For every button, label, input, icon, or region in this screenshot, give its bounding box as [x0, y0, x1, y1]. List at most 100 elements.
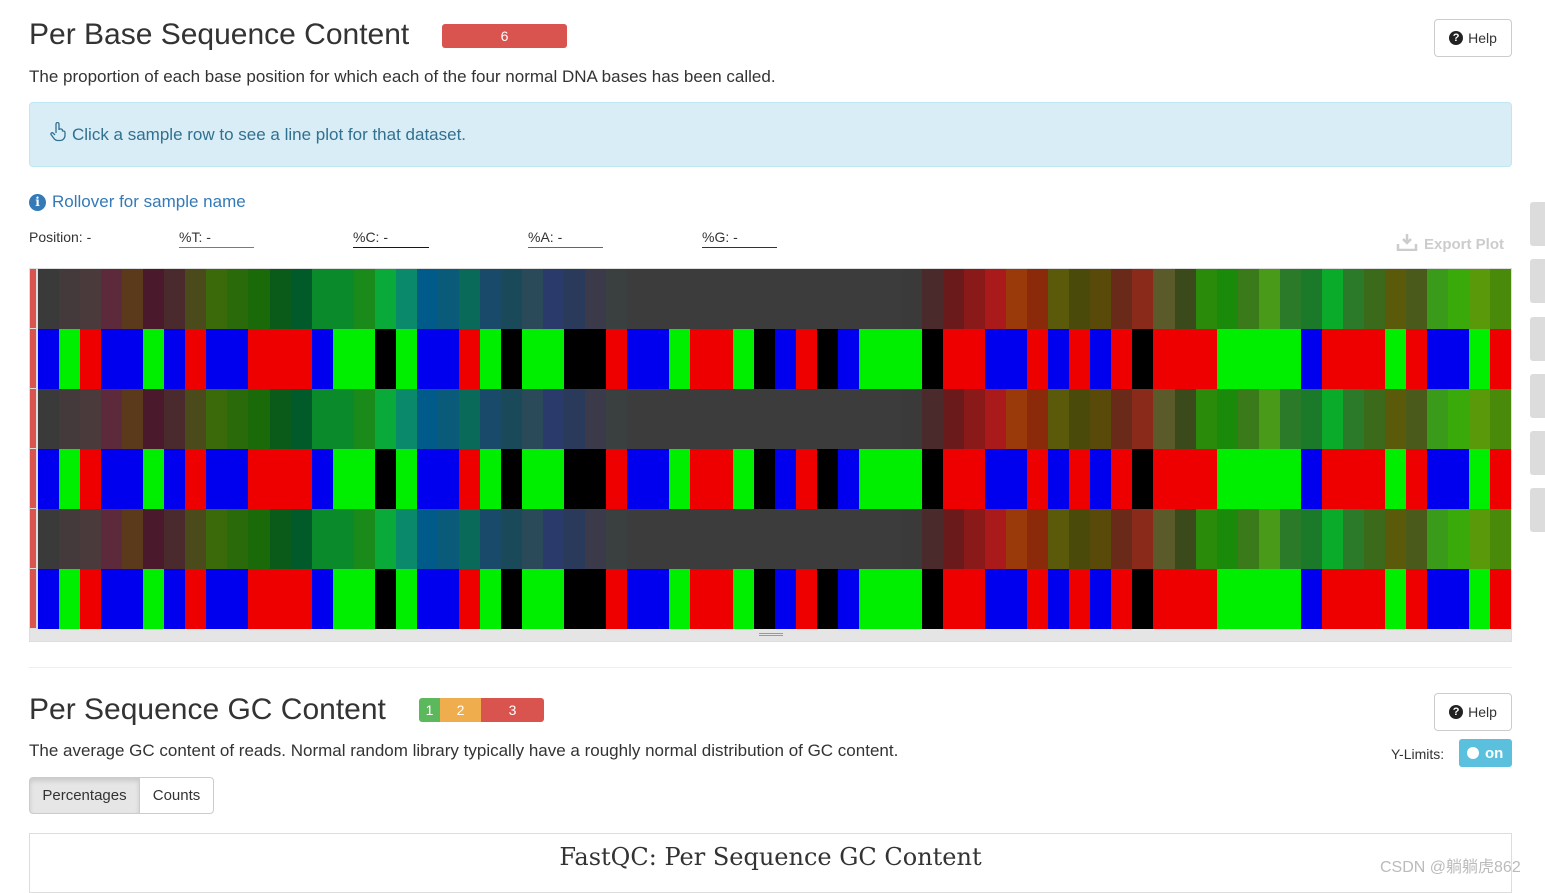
heatmap-cell	[585, 509, 607, 569]
heatmap-cell	[585, 569, 607, 629]
heatmap-cell	[1469, 269, 1491, 329]
watermark: CSDN @躺躺虎862	[1380, 859, 1521, 876]
heatmap-cell	[774, 329, 796, 389]
tab-counts[interactable]: Counts	[139, 777, 214, 814]
heatmap-cell	[1490, 269, 1512, 329]
heatmap-cell	[1469, 389, 1491, 449]
heatmap-cell	[1406, 269, 1428, 329]
heatmap-cell	[1258, 329, 1280, 389]
heatmap-cell	[564, 389, 586, 449]
heatmap-sample-row[interactable]	[38, 269, 1512, 329]
heatmap-cell	[458, 449, 480, 509]
heatmap-cell	[59, 569, 81, 629]
help-button-gc[interactable]: ? Help	[1434, 693, 1512, 731]
heatmap-cell	[1342, 389, 1364, 449]
heatmap-cell	[879, 569, 901, 629]
heatmap-cell	[985, 449, 1007, 509]
heatmap-cell	[585, 449, 607, 509]
heatmap-cell	[143, 569, 165, 629]
heatmap-cell	[248, 389, 270, 449]
heatmap-cell	[1258, 269, 1280, 329]
plot-resize-handle[interactable]	[30, 629, 1511, 641]
toolbox-tab-2[interactable]	[1530, 259, 1545, 303]
heatmap-cell	[690, 389, 712, 449]
heatmap-cell	[143, 509, 165, 569]
heatmap-plot[interactable]	[29, 268, 1512, 642]
heatmap-cell	[1427, 569, 1449, 629]
grip-icon	[758, 633, 783, 636]
heatmap-cell	[1406, 329, 1428, 389]
heatmap-cell	[353, 449, 375, 509]
heatmap-cell	[858, 449, 880, 509]
heatmap-cell	[627, 509, 649, 569]
heatmap-cell	[964, 329, 986, 389]
toolbox-tab-4[interactable]	[1530, 374, 1545, 418]
heatmap-cell	[606, 389, 628, 449]
heatmap-cell	[1279, 329, 1301, 389]
export-plot-button[interactable]: Export Plot	[1396, 233, 1504, 255]
heatmap-cell	[627, 569, 649, 629]
heatmap-cell	[816, 269, 838, 329]
heatmap-cell	[543, 569, 565, 629]
heatmap-cell	[1406, 389, 1428, 449]
heatmap-cell	[437, 269, 459, 329]
heatmap-cell	[774, 449, 796, 509]
heatmap-cell	[1300, 329, 1322, 389]
heatmap-cell	[1048, 269, 1070, 329]
heatmap-sample-row[interactable]	[38, 509, 1512, 569]
heatmap-cell	[479, 569, 502, 629]
ylimits-toggle[interactable]: on	[1459, 739, 1512, 767]
heatmap-cell	[269, 509, 291, 569]
heatmap-cell	[1342, 569, 1364, 629]
heatmap-cell	[627, 389, 649, 449]
heatmap-cell	[101, 329, 123, 389]
heatmap-cell	[1153, 389, 1175, 449]
help-label-gc: Help	[1468, 704, 1497, 720]
heatmap-cell	[1406, 569, 1428, 629]
tab-percentages[interactable]: Percentages	[29, 777, 140, 814]
heatmap-cell	[206, 569, 228, 629]
heatmap-cell	[669, 389, 691, 449]
heatmap-cell	[900, 269, 922, 329]
heatmap-cell	[648, 389, 670, 449]
heatmap-cell	[795, 389, 817, 449]
heatmap-cell	[38, 389, 60, 449]
heatmap-cell	[879, 449, 901, 509]
heatmap-cell	[353, 569, 375, 629]
toolbox-tab-1[interactable]	[1530, 202, 1545, 246]
gc-content-plot[interactable]: FastQC: Per Sequence GC Content	[29, 833, 1512, 893]
heatmap-cell	[1153, 569, 1175, 629]
heatmap-cell	[206, 509, 228, 569]
heatmap-cell	[1174, 389, 1196, 449]
heatmap-cell	[1406, 509, 1428, 569]
toolbox-tab-3[interactable]	[1530, 317, 1545, 361]
heatmap-sample-row[interactable]	[38, 569, 1512, 629]
toolbox-tab-6[interactable]	[1530, 488, 1545, 532]
heatmap-cell	[943, 329, 965, 389]
heatmap-sample-row[interactable]	[38, 389, 1512, 449]
sample-status-marker	[30, 449, 36, 508]
heatmap-cell	[522, 569, 544, 629]
heatmap-cell	[248, 509, 270, 569]
heatmap-cell	[374, 509, 396, 569]
help-button[interactable]: ? Help	[1434, 19, 1512, 57]
heatmap-cell	[1069, 389, 1091, 449]
heatmap-cell	[290, 569, 312, 629]
heatmap-cell	[458, 509, 480, 569]
heatmap-cell	[690, 269, 712, 329]
heatmap-cell	[1448, 269, 1470, 329]
heatmap-cell	[795, 329, 817, 389]
heatmap-cell	[1006, 389, 1028, 449]
heatmap-cell	[185, 569, 207, 629]
heatmap-cell	[1153, 269, 1175, 329]
heatmap-cell	[1216, 389, 1238, 449]
heatmap-cell	[1279, 569, 1301, 629]
heatmap-cell	[1363, 329, 1385, 389]
heatmap-cell	[269, 389, 291, 449]
toolbox-tab-5[interactable]	[1530, 431, 1545, 475]
heatmap-cell	[858, 569, 880, 629]
heatmap-cell	[1237, 449, 1259, 509]
heatmap-sample-row[interactable]	[38, 449, 1512, 509]
heatmap-sample-row[interactable]	[38, 329, 1512, 389]
heatmap-cell	[1006, 449, 1028, 509]
